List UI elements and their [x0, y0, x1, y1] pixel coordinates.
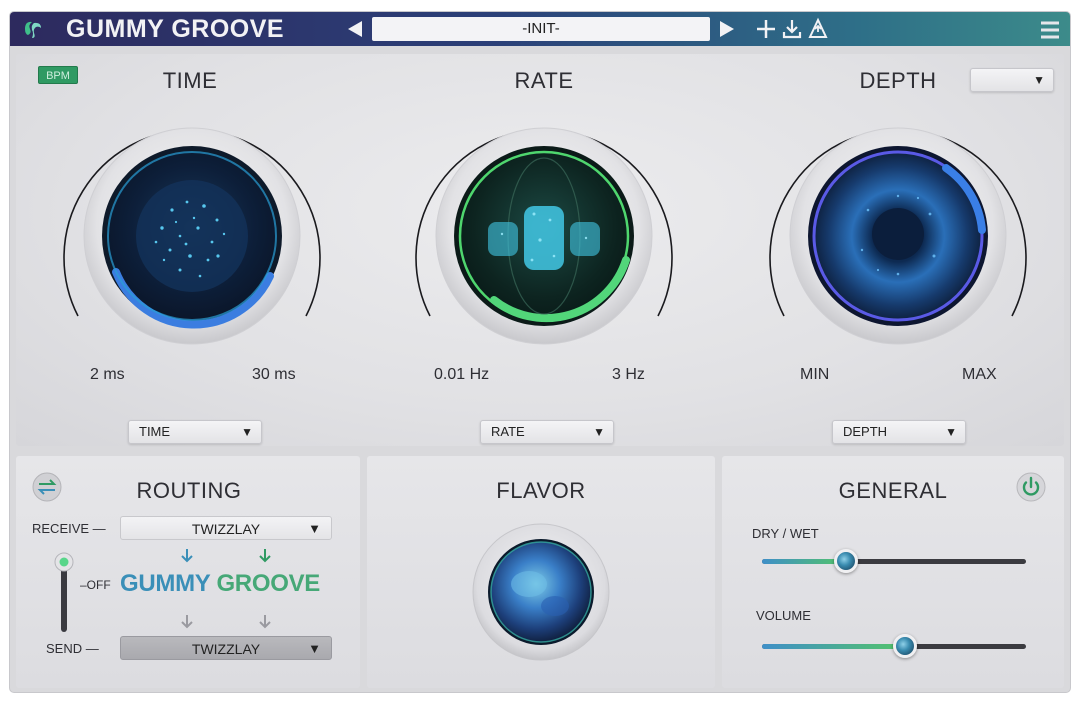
time-mod-select-label: TIME: [139, 424, 171, 439]
flavor-title: FLAVOR: [496, 478, 586, 503]
menu-icon[interactable]: [1038, 18, 1062, 42]
chevron-down-icon: ▼: [593, 425, 605, 439]
send-label: SEND —: [46, 641, 99, 656]
send-select-value: TWIZZLAY: [191, 641, 261, 657]
time-mod-select[interactable]: TIME ▼: [128, 420, 262, 444]
brand-part-1: GUMMY: [120, 570, 211, 597]
rate-title: RATE: [514, 68, 574, 93]
time-knob[interactable]: [52, 110, 332, 350]
chevron-down-icon: ▼: [945, 425, 957, 439]
rate-mod-select-label: RATE: [491, 424, 525, 439]
time-title: TIME: [162, 68, 218, 93]
chevron-down-icon: ▼: [1033, 73, 1045, 87]
routing-title: ROUTING: [136, 478, 242, 503]
volume-slider-thumb[interactable]: [892, 634, 917, 658]
dry-wet-label: DRY / WET: [752, 526, 819, 541]
depth-mod-select[interactable]: DEPTH ▼: [832, 420, 966, 444]
power-icon[interactable]: [1016, 472, 1046, 502]
rate-max-label: 3 Hz: [612, 366, 645, 383]
volume-label: VOLUME: [756, 608, 811, 623]
flavor-panel: FLAVOR: [367, 456, 715, 688]
send-select[interactable]: TWIZZLAY ▼: [120, 636, 332, 660]
swap-icon[interactable]: [32, 472, 62, 502]
rate-mod-select[interactable]: RATE ▼: [480, 420, 614, 444]
general-panel: GENERAL DRY / WET VOLUME: [722, 456, 1064, 688]
depth-mod-select-label: DEPTH: [843, 424, 888, 439]
routing-panel: ROUTING RECEIVE — TWIZZLAY ▼ –OFF GUMMY …: [16, 456, 360, 688]
routing-toggle-switch[interactable]: [54, 550, 74, 636]
receive-select[interactable]: TWIZZLAY ▼: [120, 516, 332, 540]
rate-knob[interactable]: [404, 110, 684, 350]
preset-name-display[interactable]: -INIT-: [372, 17, 710, 41]
main-controls-panel: BPM TIME 2 ms 30 ms TIME ▼ RATE 0.01 Hz …: [16, 54, 1064, 446]
download-icon[interactable]: [780, 17, 804, 41]
next-arrow-icon[interactable]: [716, 18, 738, 40]
receive-label: RECEIVE —: [32, 521, 106, 536]
flavor-knob[interactable]: [471, 522, 611, 662]
share-icon[interactable]: [806, 17, 830, 41]
depth-mode-select[interactable]: ▼: [970, 68, 1054, 92]
volume-slider-fill: [762, 644, 905, 649]
chevron-down-icon: ▼: [308, 521, 321, 536]
dry-wet-slider[interactable]: [762, 549, 1026, 573]
dry-wet-slider-thumb[interactable]: [834, 549, 859, 573]
bpm-sync-button[interactable]: BPM: [38, 66, 78, 84]
depth-knob[interactable]: [758, 110, 1038, 350]
arrow-down-icon: [259, 615, 271, 629]
time-max-label: 30 ms: [252, 366, 296, 383]
prev-arrow-icon[interactable]: [344, 18, 366, 40]
arrow-down-icon: [181, 549, 193, 563]
logo-icon: [25, 21, 41, 38]
arrow-down-icon: [181, 615, 193, 629]
chevron-down-icon: ▼: [308, 641, 321, 656]
off-label: –OFF: [80, 578, 111, 592]
plugin-window: GUMMY GROOVE -INIT- BPM TIME 2 ms 30 ms …: [10, 12, 1070, 692]
time-min-label: 2 ms: [90, 366, 125, 383]
depth-min-label: MIN: [800, 366, 830, 383]
arrow-down-icon: [259, 549, 271, 563]
route-brand-label: GUMMY GROOVE: [120, 570, 320, 598]
brand-part-2: GROOVE: [216, 570, 320, 597]
receive-select-value: TWIZZLAY: [191, 521, 261, 537]
chevron-down-icon: ▼: [241, 425, 253, 439]
add-icon[interactable]: [754, 17, 778, 41]
general-title: GENERAL: [838, 478, 948, 503]
app-title: GUMMY GROOVE: [66, 15, 285, 43]
volume-slider[interactable]: [762, 634, 1026, 658]
rate-min-label: 0.01 Hz: [434, 366, 490, 383]
depth-max-label: MAX: [962, 366, 997, 383]
depth-title: DEPTH: [859, 68, 937, 93]
header-bar: GUMMY GROOVE -INIT-: [10, 12, 1070, 46]
